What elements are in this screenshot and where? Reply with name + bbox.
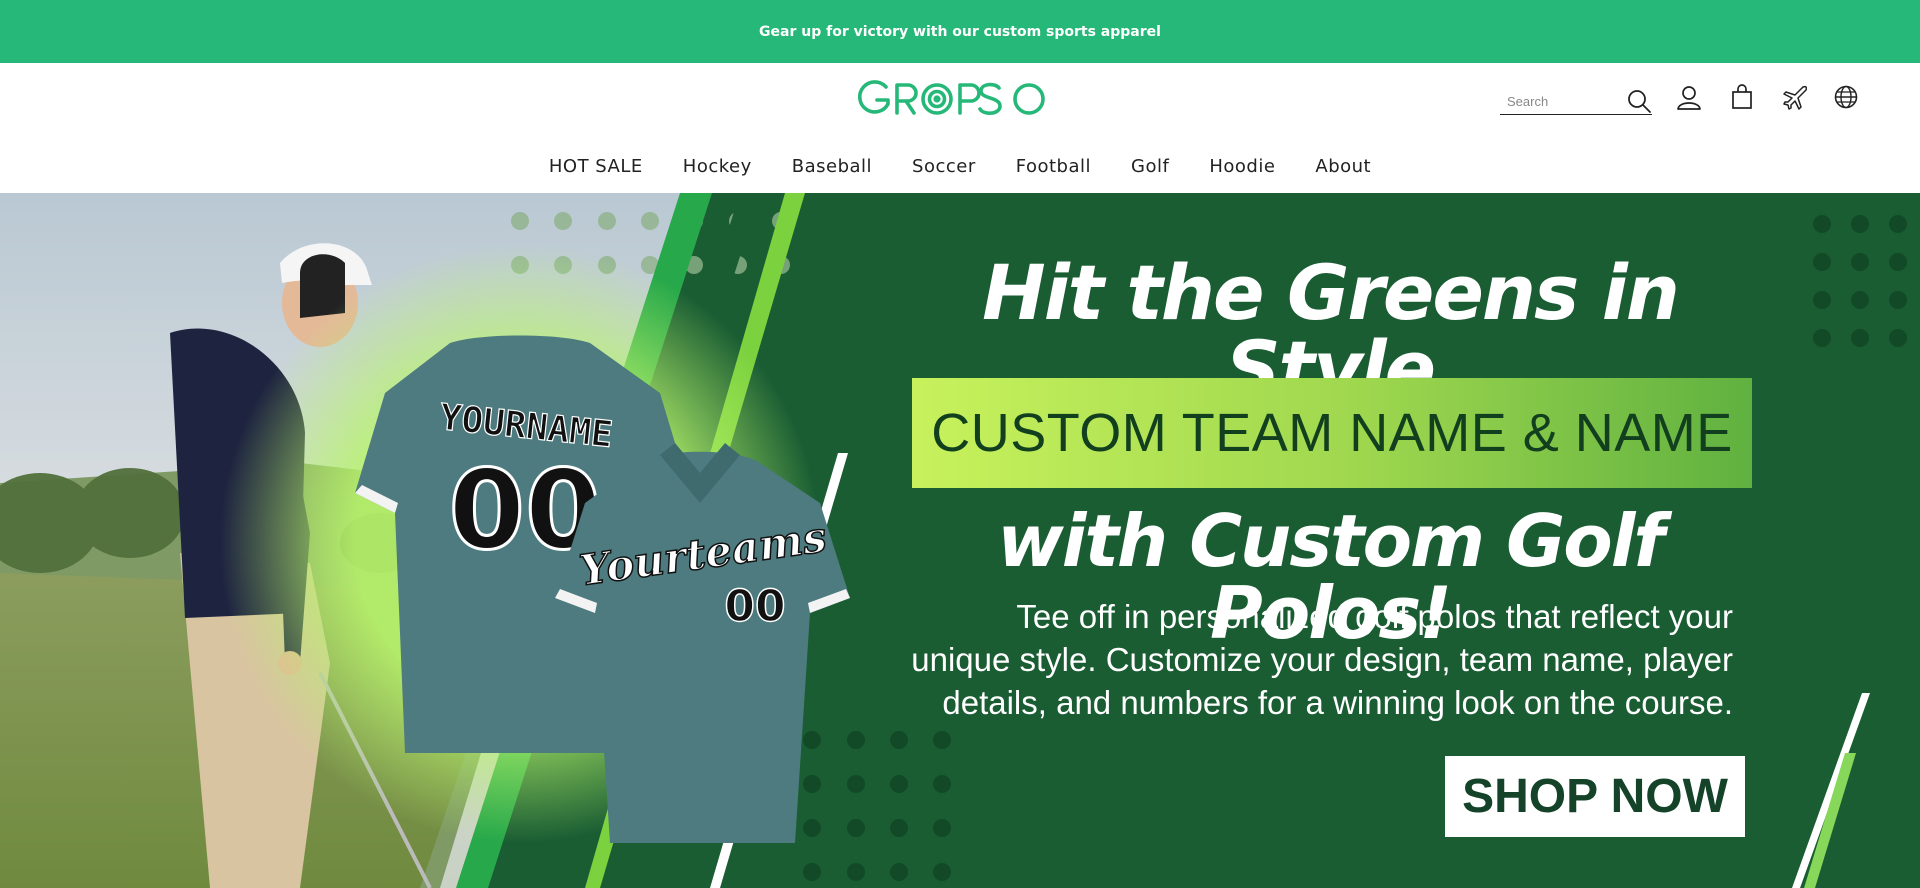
hero-body-line: details, and numbers for a winning look … <box>942 684 1733 721</box>
globe-icon[interactable] <box>1832 83 1860 111</box>
nav-item-baseball[interactable]: Baseball <box>772 156 892 177</box>
hero-body-line: unique style. Customize your design, tea… <box>911 641 1733 678</box>
main-nav: HOT SALE Hockey Baseball Soccer Football… <box>0 149 1920 183</box>
nav-item-hot-sale[interactable]: HOT SALE <box>529 156 663 177</box>
search-input[interactable] <box>1507 91 1617 111</box>
search-icon[interactable] <box>1626 88 1652 114</box>
nav-item-hockey[interactable]: Hockey <box>663 156 772 177</box>
nav-item-football[interactable]: Football <box>996 156 1111 177</box>
hero-banner[interactable]: YOURNAME 00 Yourteams 00 Hit the Greens … <box>0 193 1920 888</box>
shop-now-button[interactable]: SHOP NOW <box>1445 756 1745 837</box>
search-box <box>1500 85 1652 115</box>
front-shirt-number: 00 <box>724 581 785 632</box>
nav-item-hoodie[interactable]: Hoodie <box>1189 156 1295 177</box>
hero-banner-strip: CUSTOM TEAM NAME & NAME <box>912 378 1752 488</box>
nav-item-about[interactable]: About <box>1295 156 1391 177</box>
hero-body: Tee off in personalized golf polos that … <box>905 595 1733 724</box>
cart-icon[interactable] <box>1728 83 1756 111</box>
shop-now-label: SHOP NOW <box>1462 770 1728 823</box>
plane-icon[interactable] <box>1780 83 1808 111</box>
brand-logo[interactable] <box>857 76 1053 122</box>
account-icon[interactable] <box>1675 83 1703 111</box>
site-header: HOT SALE Hockey Baseball Soccer Football… <box>0 63 1920 193</box>
hero-banner-text: CUSTOM TEAM NAME & NAME <box>931 403 1733 463</box>
nav-item-golf[interactable]: Golf <box>1111 156 1189 177</box>
nav-item-soccer[interactable]: Soccer <box>892 156 996 177</box>
announcement-bar: Gear up for victory with our custom spor… <box>0 0 1920 63</box>
brand-logo-mark <box>858 80 1045 115</box>
hero-body-line: Tee off in personalized golf polos that … <box>1016 598 1733 635</box>
announcement-text: Gear up for victory with our custom spor… <box>759 23 1161 40</box>
